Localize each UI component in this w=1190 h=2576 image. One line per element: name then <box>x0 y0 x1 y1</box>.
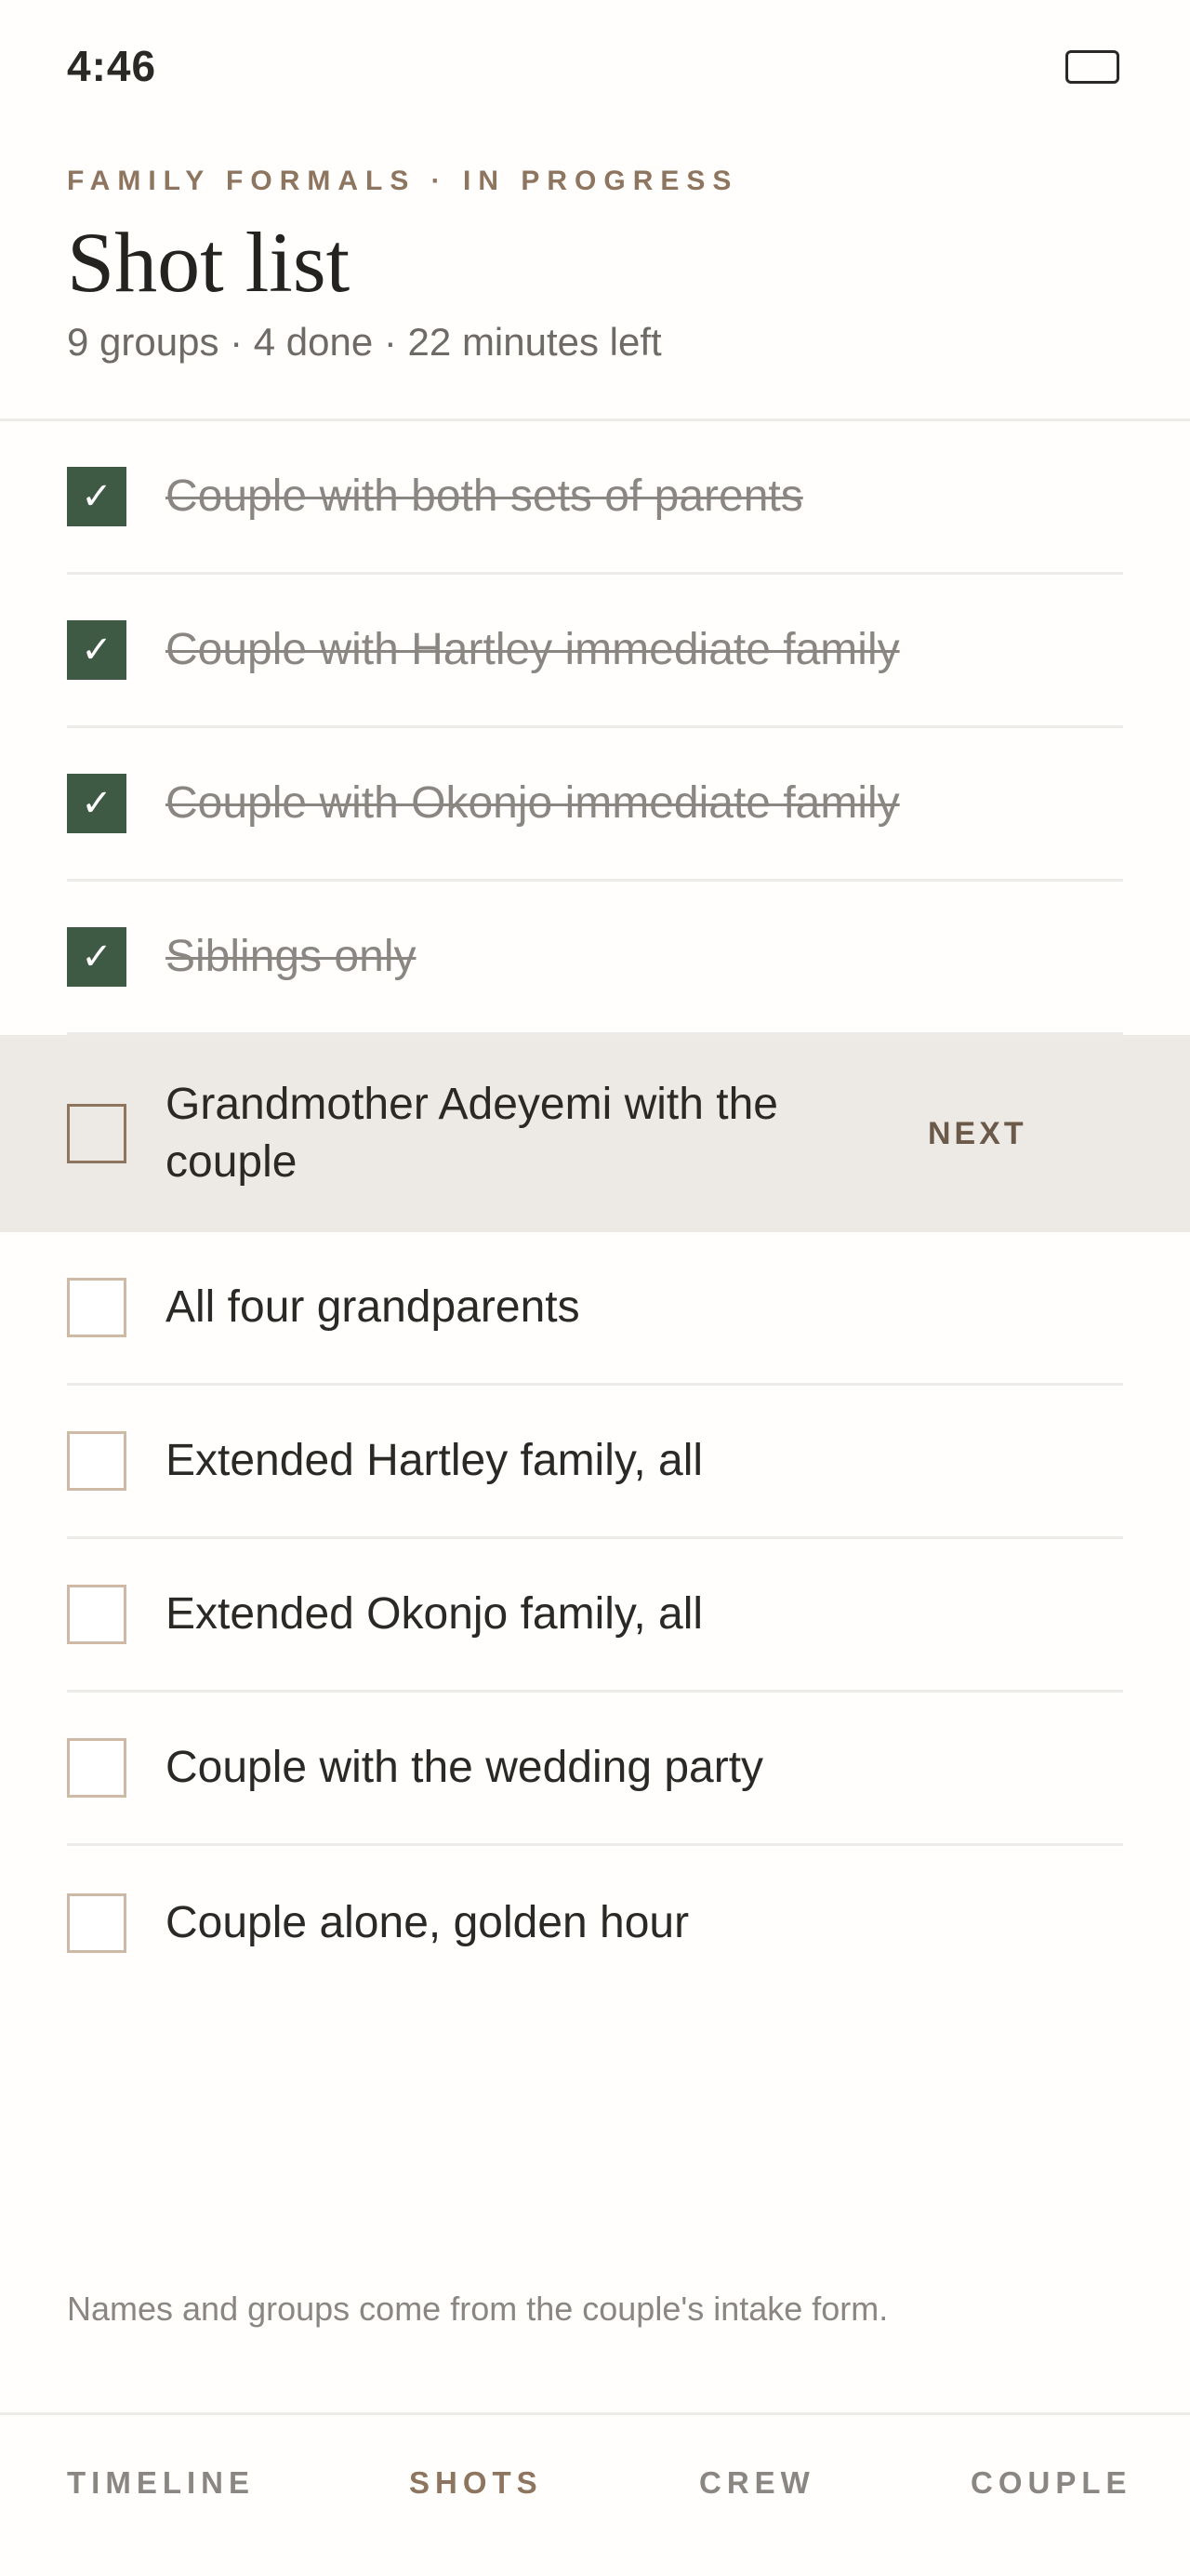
shot-checkbox[interactable] <box>67 1431 126 1491</box>
shot-row[interactable]: Couple alone, golden hour <box>0 1846 1190 1999</box>
bottom-nav: TIMELINE SHOTS CREW COUPLE <box>0 2412 1190 2576</box>
shot-row[interactable]: ✓ Couple with both sets of parents <box>0 421 1190 575</box>
shot-row[interactable]: ✓ Couple with Hartley immediate family <box>0 575 1190 728</box>
shot-row[interactable]: Extended Hartley family, all <box>0 1386 1190 1539</box>
shot-label: All four grandparents <box>165 1282 580 1332</box>
status-bar: 4:46 <box>0 0 1190 139</box>
footnote: Names and groups come from the couple's … <box>67 2290 889 2328</box>
checkmark-icon: ✓ <box>81 475 112 518</box>
shot-checkbox[interactable]: ✓ <box>67 620 126 680</box>
section-eyebrow: FAMILY FORMALS · IN PROGRESS <box>67 166 739 196</box>
shot-label: Extended Hartley family, all <box>165 1436 704 1485</box>
nav-couple[interactable]: COUPLE <box>971 2465 1132 2501</box>
next-badge: NEXT <box>928 1115 1027 1151</box>
shot-row-next[interactable]: Grandmother Adeyemi with the couple NEXT <box>0 1035 1190 1232</box>
shot-label: Couple with the wedding party <box>165 1743 764 1792</box>
shot-row[interactable]: ✓ Couple with Okonjo immediate family <box>0 728 1190 882</box>
nav-timeline[interactable]: TIMELINE <box>67 2465 255 2501</box>
battery-icon <box>1065 50 1119 84</box>
checkmark-icon: ✓ <box>81 936 112 978</box>
page-header: FAMILY FORMALS · IN PROGRESS Shot list 9… <box>67 166 1123 365</box>
page-subtitle: 9 groups · 4 done · 22 minutes left <box>67 320 662 364</box>
page-title: Shot list <box>67 215 350 310</box>
shot-label: Extended Okonjo family, all <box>165 1589 704 1639</box>
shot-checkbox[interactable] <box>67 1585 126 1644</box>
checkmark-icon: ✓ <box>81 782 112 825</box>
shot-checkbox[interactable] <box>67 1892 126 1953</box>
shot-row[interactable]: Extended Okonjo family, all <box>0 1539 1190 1693</box>
shot-label: Couple alone, golden hour <box>165 1897 690 1947</box>
shot-row[interactable]: All four grandparents <box>0 1232 1190 1386</box>
nav-shots[interactable]: SHOTS <box>409 2465 543 2501</box>
shot-checkbox[interactable] <box>67 1738 126 1798</box>
shot-checkbox[interactable] <box>67 1278 126 1337</box>
status-time: 4:46 <box>67 42 157 90</box>
checkmark-icon: ✓ <box>81 629 112 671</box>
shot-label: Grandmother Adeyemi with the couple <box>165 1080 778 1187</box>
shot-label: Siblings only <box>165 932 416 981</box>
shot-list: ✓ Couple with both sets of parents ✓ Cou… <box>0 421 1190 1999</box>
shot-row[interactable]: Couple with the wedding party <box>0 1693 1190 1846</box>
shot-checkbox[interactable] <box>67 1104 126 1163</box>
shot-checkbox[interactable]: ✓ <box>67 467 126 526</box>
nav-crew[interactable]: CREW <box>699 2465 815 2501</box>
shot-row[interactable]: ✓ Siblings only <box>0 882 1190 1035</box>
shot-label: Couple with Hartley immediate family <box>165 625 900 674</box>
shot-label: Couple with both sets of parents <box>165 471 803 521</box>
shot-label: Couple with Okonjo immediate family <box>165 778 900 828</box>
shot-checkbox[interactable]: ✓ <box>67 774 126 833</box>
shot-checkbox[interactable]: ✓ <box>67 927 126 987</box>
